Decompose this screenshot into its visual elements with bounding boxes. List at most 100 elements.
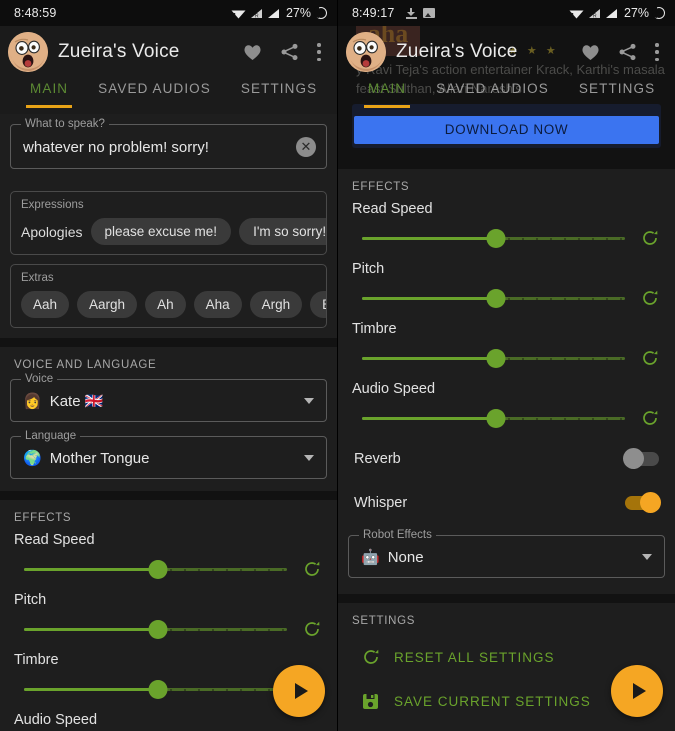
main-scroll-body: EFFECTS Read Speed Pitch — [338, 169, 675, 731]
app-bar: Zueira's Voice — [338, 26, 675, 78]
reset-all-settings-label: RESET ALL SETTINGS — [394, 650, 555, 665]
extra-chip[interactable]: Argh — [250, 291, 303, 318]
timbre-slider[interactable] — [362, 343, 625, 373]
effects-header: EFFECTS — [352, 181, 665, 193]
reset-timbre-button[interactable] — [635, 349, 665, 367]
image-icon — [423, 8, 435, 18]
effects-header: EFFECTS — [14, 512, 327, 524]
extra-chip[interactable]: Aargh — [77, 291, 137, 318]
status-time: 8:48:59 — [14, 6, 56, 20]
chevron-down-icon[interactable] — [304, 455, 314, 461]
dual-screenshot-stage: 8:48:59 R 27% — [0, 0, 675, 731]
expression-chip[interactable]: please excuse me! — [91, 218, 232, 245]
reset-pitch-button[interactable] — [297, 620, 327, 638]
voice-select-legend: Voice — [21, 373, 57, 385]
extra-chip[interactable]: Ah — [145, 291, 186, 318]
chevron-down-icon[interactable] — [642, 554, 652, 560]
speak-input-value: whatever no problem! sorry! — [23, 139, 296, 156]
extras-label: Extras — [21, 272, 326, 284]
slider-label: Read Speed — [352, 201, 665, 217]
slider-label: Pitch — [14, 592, 327, 608]
slider-label: Read Speed — [14, 532, 327, 548]
reverb-toggle[interactable] — [625, 452, 659, 466]
language-select[interactable]: Language 🌍 Mother Tongue — [10, 436, 327, 479]
save-current-settings-label: SAVE CURRENT SETTINGS — [394, 694, 591, 709]
slider-block-audio-speed: Audio Speed — [10, 712, 327, 731]
tab-bar: MAIN SAVED AUDIOS SETTINGS — [338, 78, 675, 114]
timbre-slider[interactable] — [24, 674, 287, 704]
voice-select[interactable]: Voice 👩 Kate 🇬🇧 — [10, 379, 327, 422]
tab-settings[interactable]: SETTINGS — [241, 78, 317, 96]
overflow-menu-icon[interactable] — [317, 43, 321, 61]
reset-pitch-button[interactable] — [635, 289, 665, 307]
status-time: 8:49:17 — [352, 6, 394, 20]
expression-chip[interactable]: I'm so sorry! — [239, 218, 326, 245]
signal-icon: R — [588, 8, 601, 19]
svg-text:R: R — [255, 13, 259, 19]
main-scroll-body: What to speak? whatever no problem! sorr… — [0, 114, 337, 731]
tab-saved-audios[interactable]: SAVED AUDIOS — [436, 78, 549, 96]
extras-group: Extras Aah Aargh Ah Aha Argh Breath Bre — [10, 264, 327, 328]
play-fab[interactable] — [273, 665, 325, 717]
tab-main[interactable]: MAIN — [30, 78, 68, 96]
slider-block-timbre: Timbre — [348, 321, 665, 377]
audio-speed-slider[interactable] — [362, 403, 625, 433]
reset-audio-speed-button[interactable] — [635, 409, 665, 427]
expression-category[interactable]: Apologies — [21, 224, 83, 240]
robot-effects-value: None — [388, 549, 642, 566]
robot-effects-select[interactable]: Robot Effects 🤖 None — [348, 535, 665, 578]
slider-block-pitch: Pitch — [348, 261, 665, 317]
tab-settings[interactable]: SETTINGS — [579, 78, 655, 96]
read-speed-slider[interactable] — [24, 554, 287, 584]
app-avatar[interactable] — [346, 32, 386, 72]
reset-read-speed-button[interactable] — [635, 229, 665, 247]
extra-chip[interactable]: Breath — [310, 291, 326, 318]
slider-block-read-speed: Read Speed — [348, 201, 665, 257]
tab-main[interactable]: MAIN — [368, 78, 406, 96]
refresh-icon — [362, 648, 394, 666]
play-icon — [295, 683, 308, 699]
slider-block-read-speed: Read Speed — [10, 532, 327, 588]
pitch-slider[interactable] — [24, 614, 287, 644]
favorite-icon[interactable] — [243, 43, 262, 61]
wifi-icon — [231, 8, 246, 19]
slider-label: Pitch — [352, 261, 665, 277]
app-avatar[interactable] — [8, 32, 48, 72]
download-icon — [406, 8, 417, 19]
share-icon[interactable] — [618, 43, 637, 61]
whisper-toggle[interactable] — [625, 496, 659, 510]
status-bar: 8:48:59 R 27% — [0, 0, 337, 26]
extra-chip[interactable]: Aha — [194, 291, 242, 318]
reset-read-speed-button[interactable] — [297, 560, 327, 578]
expressions-chip-row[interactable]: Apologies please excuse me! I'm so sorry… — [21, 218, 326, 245]
settings-header: SETTINGS — [352, 615, 665, 627]
read-speed-slider[interactable] — [362, 223, 625, 253]
slider-label: Timbre — [14, 652, 327, 668]
tab-saved-audios[interactable]: SAVED AUDIOS — [98, 78, 211, 96]
robot-icon: 🤖 — [361, 548, 380, 566]
voice-select-value: Kate 🇬🇧 — [50, 392, 304, 410]
speak-input-field[interactable]: What to speak? whatever no problem! sorr… — [10, 124, 327, 169]
slider-block-pitch: Pitch — [10, 592, 327, 648]
pitch-slider[interactable] — [362, 283, 625, 313]
chevron-down-icon[interactable] — [304, 398, 314, 404]
extras-chip-row[interactable]: Aah Aargh Ah Aha Argh Breath Bre — [21, 291, 326, 318]
language-select-value: Mother Tongue — [50, 450, 304, 467]
slider-block-audio-speed: Audio Speed — [348, 381, 665, 437]
ad-download-button[interactable]: DOWNLOAD NOW — [354, 116, 659, 144]
expressions-label: Expressions — [21, 199, 326, 211]
battery-percent: 27% — [286, 6, 311, 20]
extra-chip[interactable]: Aah — [21, 291, 69, 318]
favorite-icon[interactable] — [581, 43, 600, 61]
clear-icon[interactable]: ✕ — [296, 137, 316, 157]
app-title: Zueira's Voice — [58, 41, 243, 63]
play-fab[interactable] — [611, 665, 663, 717]
tab-bar: MAIN SAVED AUDIOS SETTINGS — [0, 78, 337, 114]
phrases-card: Expressions Apologies please excuse me! … — [0, 181, 337, 338]
overflow-menu-icon[interactable] — [655, 43, 659, 61]
battery-percent: 27% — [624, 6, 649, 20]
signal-icon-2 — [605, 8, 618, 19]
load-saved-settings-row[interactable]: LOAD SAVED SETTINGS — [348, 723, 665, 731]
share-icon[interactable] — [280, 43, 299, 61]
slider-label: Timbre — [352, 321, 665, 337]
